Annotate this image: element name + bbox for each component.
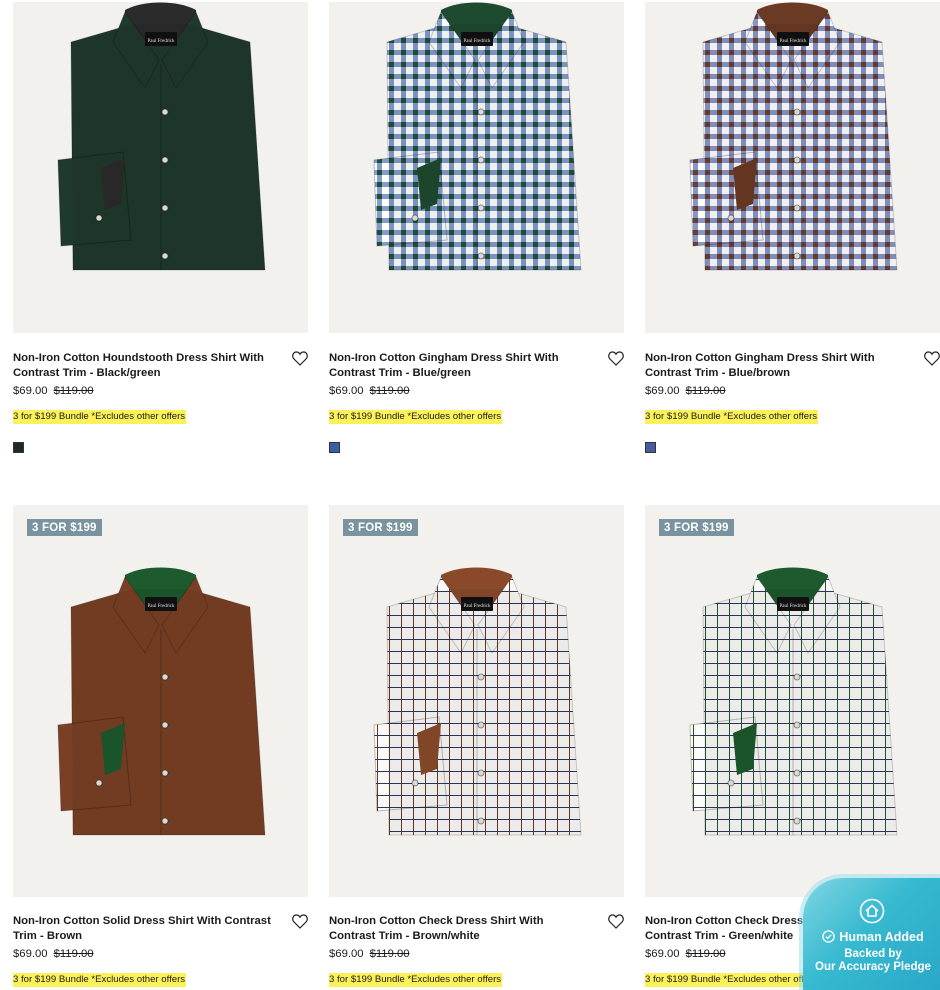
promo-badge: 3 FOR $199 — [27, 519, 102, 536]
color-swatch[interactable] — [645, 442, 656, 453]
pledge-title: Human Added — [803, 930, 940, 944]
shirt-illustration: Paul Fredrick — [373, 2, 582, 271]
product-card[interactable]: Paul Fredrick 3 FOR $199 Non-Iron Cotton… — [329, 505, 624, 990]
product-title[interactable]: Non-Iron Cotton Solid Dress Shirt With C… — [13, 914, 275, 944]
promo-badge: 3 FOR $199 — [659, 519, 734, 536]
original-price: $119.00 — [369, 385, 410, 397]
check-circle-icon — [822, 930, 836, 943]
wishlist-heart-icon[interactable] — [292, 914, 308, 929]
house-icon — [859, 898, 885, 924]
color-swatch[interactable] — [13, 442, 24, 453]
product-title[interactable]: Non-Iron Cotton Gingham Dress Shirt With… — [645, 351, 907, 381]
product-price: $69.00 $119.00 — [329, 948, 410, 960]
accuracy-pledge-widget[interactable]: Human Added Backed by Our Accuracy Pledg… — [803, 878, 940, 990]
sale-price: $69.00 — [645, 948, 680, 960]
product-image[interactable]: Paul Fredrick — [13, 2, 308, 333]
product-image[interactable]: Paul Fredrick — [329, 2, 624, 333]
wishlist-heart-icon[interactable] — [924, 351, 940, 366]
pledge-subtitle: Backed by — [844, 948, 902, 960]
product-card[interactable]: Paul Fredrick Non-Iron Cotton Gingham Dr… — [645, 2, 940, 462]
promo-highlight: 3 for $199 Bundle *Excludes other offers — [13, 410, 187, 424]
product-card[interactable]: Paul Fredrick Non-Iron Cotton Gingham Dr… — [329, 2, 624, 462]
promo-highlight: 3 for $199 Bundle *Excludes other offers — [13, 973, 187, 987]
product-image[interactable]: Paul Fredrick 3 FOR $199 — [645, 505, 940, 897]
product-image[interactable]: Paul Fredrick 3 FOR $199 — [329, 505, 624, 897]
shirt-illustration: Paul Fredrick — [373, 567, 582, 836]
color-swatch[interactable] — [329, 442, 340, 453]
product-image[interactable]: Paul Fredrick — [645, 2, 940, 333]
promo-highlight: 3 for $199 Bundle *Excludes other offers — [329, 410, 503, 424]
shirt-illustration: Paul Fredrick — [689, 567, 898, 836]
product-price: $69.00 $119.00 — [645, 948, 726, 960]
promo-highlight: 3 for $199 Bundle *Excludes other offers — [645, 973, 819, 987]
product-price: $69.00 $119.00 — [645, 385, 726, 397]
pledge-title-text: Human Added — [839, 930, 924, 944]
original-price: $119.00 — [369, 948, 410, 960]
promo-highlight: 3 for $199 Bundle *Excludes other offers — [329, 973, 503, 987]
product-card[interactable]: Paul Fredrick 3 FOR $199 Non-Iron Cotton… — [13, 505, 308, 990]
product-title[interactable]: Non-Iron Cotton Houndstooth Dress Shirt … — [13, 351, 275, 381]
wishlist-heart-icon[interactable] — [608, 351, 624, 366]
sale-price: $69.00 — [13, 948, 48, 960]
product-card[interactable]: Paul Fredrick Non-Iron Cotton Houndstoot… — [13, 2, 308, 462]
product-grid: Paul Fredrick Non-Iron Cotton Houndstoot… — [0, 0, 940, 990]
product-price: $69.00 $119.00 — [13, 385, 94, 397]
pledge-subtitle-2: Our Accuracy Pledge — [815, 961, 931, 973]
wishlist-heart-icon[interactable] — [608, 914, 624, 929]
original-price: $119.00 — [685, 948, 726, 960]
original-price: $119.00 — [53, 948, 94, 960]
shirt-illustration: Paul Fredrick — [57, 2, 266, 271]
product-title[interactable]: Non-Iron Cotton Gingham Dress Shirt With… — [329, 351, 591, 381]
promo-badge: 3 FOR $199 — [343, 519, 418, 536]
sale-price: $69.00 — [329, 948, 364, 960]
shirt-illustration: Paul Fredrick — [57, 567, 266, 836]
original-price: $119.00 — [685, 385, 726, 397]
sale-price: $69.00 — [645, 385, 680, 397]
promo-highlight: 3 for $199 Bundle *Excludes other offers — [645, 410, 819, 424]
product-price: $69.00 $119.00 — [13, 948, 94, 960]
sale-price: $69.00 — [329, 385, 364, 397]
sale-price: $69.00 — [13, 385, 48, 397]
product-price: $69.00 $119.00 — [329, 385, 410, 397]
product-title[interactable]: Non-Iron Cotton Check Dress Shirt With C… — [329, 914, 591, 944]
wishlist-heart-icon[interactable] — [292, 351, 308, 366]
shirt-illustration: Paul Fredrick — [689, 2, 898, 271]
product-image[interactable]: Paul Fredrick 3 FOR $199 — [13, 505, 308, 897]
original-price: $119.00 — [53, 385, 94, 397]
